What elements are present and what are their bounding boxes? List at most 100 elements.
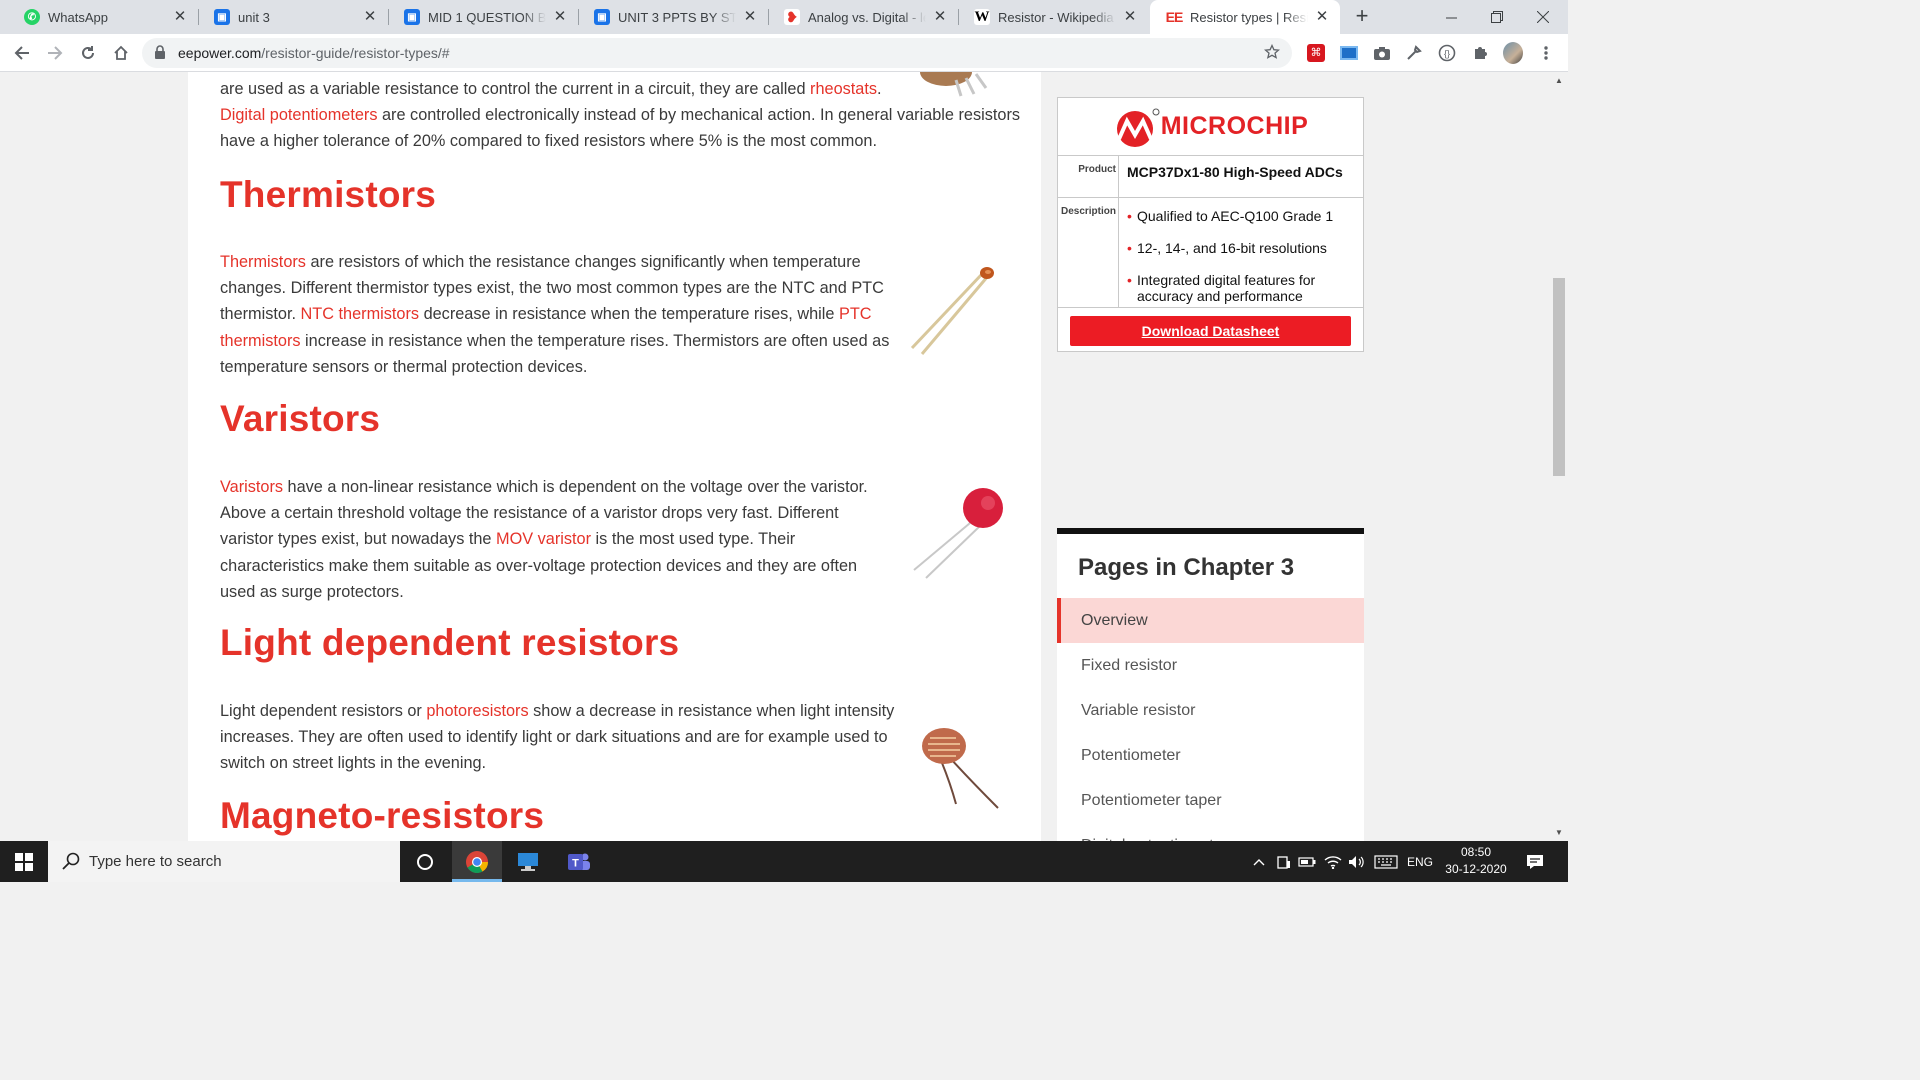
magneto-resistors-heading: Magneto-resistors	[220, 795, 545, 836]
tab-resistor-wikipedia[interactable]: W Resistor - Wikipedia ✕	[958, 0, 1148, 34]
product-row: Product MCP37Dx1-80 High-Speed ADCs	[1058, 156, 1363, 198]
close-icon[interactable]: ✕	[932, 9, 948, 25]
new-tab-button[interactable]: +	[1350, 5, 1374, 29]
browser-toolbar: eepower.com/resistor-guide/resistor-type…	[0, 34, 1568, 72]
screen-capture-extension-icon[interactable]	[1339, 43, 1359, 63]
taskbar-remote-desktop[interactable]	[503, 841, 553, 882]
tab-resistor-types[interactable]: EE Resistor types | Resistor ✕	[1150, 0, 1340, 34]
back-button[interactable]	[8, 39, 36, 67]
action-center-button[interactable]	[1520, 841, 1550, 882]
start-button[interactable]	[0, 841, 48, 882]
thermistors-heading: Thermistors	[220, 174, 437, 215]
text: Light dependent resistors or	[220, 702, 427, 720]
input-language[interactable]: ENG	[1402, 841, 1438, 882]
potentiometer-illustration	[920, 72, 988, 97]
scrollbar-thumb[interactable]	[1553, 278, 1565, 476]
microchip-ad[interactable]: MICROCHIP Product MCP37Dx1-80 High-Speed…	[1057, 97, 1364, 352]
varistors-link[interactable]: Varistors	[220, 478, 283, 496]
clock-date: 30-12-2020	[1445, 862, 1507, 876]
article-content: are used as a variable resistance to con…	[188, 72, 1041, 841]
volume-icon[interactable]	[1346, 841, 1368, 882]
tab-analog-vs-digital[interactable]: ❥ Analog vs. Digital - learn ✕	[768, 0, 958, 34]
taskbar-clock[interactable]: 08:50 30-12-2020	[1440, 844, 1512, 878]
restore-button[interactable]	[1474, 0, 1520, 34]
forward-arrow-icon	[48, 46, 63, 60]
taskbar-teams[interactable]: T	[553, 841, 603, 882]
url-text[interactable]: eepower.com/resistor-guide/resistor-type…	[178, 45, 450, 61]
search-icon	[62, 852, 80, 870]
clock-time: 08:50	[1460, 845, 1492, 859]
taskbar-chrome[interactable]	[452, 841, 502, 882]
close-icon[interactable]: ✕	[552, 9, 568, 25]
windows-taskbar: Type here to search T ENG 08:50 30-12-20…	[0, 841, 1568, 882]
tracking-extension-icon[interactable]: {}	[1437, 43, 1457, 63]
address-bar[interactable]: eepower.com/resistor-guide/resistor-type…	[142, 38, 1292, 68]
thermistors-link[interactable]: Thermistors	[220, 253, 306, 271]
show-hidden-icons-chevron-icon[interactable]	[1250, 841, 1268, 882]
digital-potentiometers-link[interactable]: Digital potentiometers	[220, 106, 377, 124]
tab-unit-3-ppts[interactable]: ▣ UNIT 3 PPTS BY STUDENTS ✕	[578, 0, 768, 34]
bullet-item: 12-, 14-, and 16-bit resolutions	[1127, 240, 1355, 256]
download-datasheet-button[interactable]: Download Datasheet	[1070, 316, 1351, 346]
tab-title: Resistor - Wikipedia	[998, 9, 1114, 25]
devices-tray-icon[interactable]	[1274, 841, 1294, 882]
menu-kebab-icon[interactable]	[1536, 43, 1556, 63]
rheostats-link[interactable]: rheostats	[810, 80, 877, 98]
task-view-button[interactable]	[400, 841, 450, 882]
mov-varistor-link[interactable]: MOV varistor	[496, 530, 591, 548]
brand-name: MICROCHIP	[1160, 112, 1309, 140]
text: .	[877, 80, 882, 98]
chapter-item-overview[interactable]: Overview	[1057, 598, 1364, 643]
scroll-up-arrow-icon[interactable]: ▲	[1555, 76, 1563, 85]
camera-extension-icon[interactable]	[1372, 43, 1392, 63]
home-button[interactable]	[107, 39, 135, 67]
chapter-item-potentiometer-taper[interactable]: Potentiometer taper	[1057, 778, 1364, 823]
text: are used as a variable resistance to con…	[220, 80, 811, 98]
battery-icon[interactable]	[1297, 841, 1317, 882]
scroll-down-arrow-icon[interactable]: ▼	[1555, 828, 1563, 837]
wifi-icon[interactable]	[1322, 841, 1344, 882]
keyboard-icon[interactable]	[1372, 841, 1400, 882]
minimize-button[interactable]	[1428, 0, 1474, 34]
lock-icon[interactable]	[154, 45, 166, 60]
whatsapp-icon: ✆	[24, 9, 40, 25]
acrobat-extension-icon[interactable]: ⌘	[1306, 43, 1326, 63]
sparkfun-icon: ❥	[784, 9, 800, 25]
reload-icon	[82, 46, 94, 59]
chrome-icon	[466, 850, 488, 873]
eyedropper-extension-icon[interactable]	[1404, 43, 1424, 63]
tab-whatsapp[interactable]: ✆ WhatsApp ✕	[8, 0, 198, 34]
close-icon[interactable]: ✕	[172, 9, 188, 25]
tab-mid-1-question-bank[interactable]: ▣ MID 1 QUESTION BANK ✕	[388, 0, 578, 34]
description-label: Description	[1058, 198, 1119, 307]
close-icon[interactable]: ✕	[362, 9, 378, 25]
vertical-scrollbar[interactable]: ▲ ▼	[1550, 72, 1568, 841]
close-icon[interactable]: ✕	[742, 9, 758, 25]
profile-avatar[interactable]	[1503, 42, 1523, 64]
close-window-button[interactable]	[1520, 0, 1566, 34]
page-viewport: are used as a variable resistance to con…	[0, 72, 1550, 841]
close-icon[interactable]: ✕	[1314, 9, 1330, 25]
tab-unit-3[interactable]: ▣ unit 3 ✕	[198, 0, 388, 34]
chapter-item-variable-resistor[interactable]: Variable resistor	[1057, 688, 1364, 733]
chapter-title: Pages in Chapter 3	[1078, 554, 1295, 581]
chapter-item-fixed-resistor[interactable]: Fixed resistor	[1057, 643, 1364, 688]
bookmark-star-icon[interactable]	[1264, 44, 1280, 60]
chapter-item-potentiometer[interactable]: Potentiometer	[1057, 733, 1364, 778]
chapter-item-digital-potentiometer[interactable]: Digital potentiometer	[1057, 823, 1364, 841]
photoresistors-link[interactable]: photoresistors	[426, 702, 528, 720]
taskbar-search-box[interactable]: Type here to search	[48, 841, 400, 882]
microchip-logo[interactable]: MICROCHIP	[1058, 98, 1363, 156]
thermistor-illustration	[910, 267, 994, 355]
tab-title: UNIT 3 PPTS BY STUDENTS	[618, 9, 736, 25]
ntc-thermistors-link[interactable]: NTC thermistors	[301, 305, 420, 323]
ldr-paragraph: Light dependent resistors or photoresist…	[220, 698, 910, 777]
extensions-puzzle-icon[interactable]	[1470, 43, 1490, 63]
reload-button[interactable]	[74, 39, 102, 67]
url-host: eepower.com	[178, 45, 262, 61]
varistor-illustration	[913, 488, 1003, 579]
bullet-item: Integrated digital features for accuracy…	[1127, 272, 1355, 304]
forward-button[interactable]	[41, 39, 69, 67]
close-icon[interactable]: ✕	[1122, 9, 1138, 25]
eepower-icon: EE	[1165, 9, 1183, 25]
